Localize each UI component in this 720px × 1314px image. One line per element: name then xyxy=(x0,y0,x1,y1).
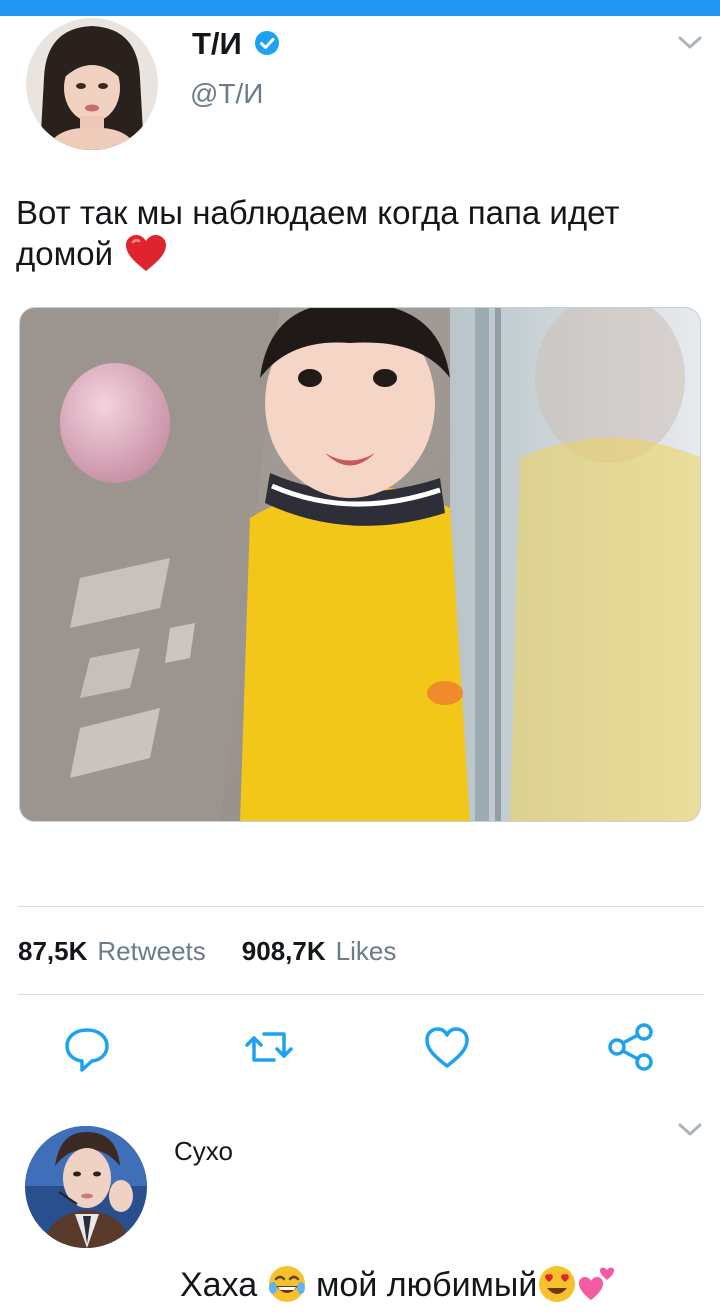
top-accent-bar xyxy=(0,0,720,16)
heart-eyes-emoji-icon xyxy=(539,1266,576,1302)
retweet-icon xyxy=(245,1032,293,1062)
speech-bubble-icon xyxy=(65,1028,109,1072)
retweet-button[interactable] xyxy=(244,1020,294,1074)
stats-bottom-divider xyxy=(18,994,704,995)
retweets-label: Retweets xyxy=(97,936,206,966)
two-hearts-emoji-icon xyxy=(579,1267,615,1300)
author-avatar[interactable] xyxy=(26,18,158,150)
author-handle[interactable]: @Т/И xyxy=(190,78,263,110)
share-button[interactable] xyxy=(606,1020,656,1074)
likes-stat[interactable]: 908,7K Likes xyxy=(242,936,397,966)
verified-badge-icon xyxy=(255,31,279,55)
reply-author-name[interactable]: Сухо xyxy=(174,1136,233,1167)
stats-top-divider xyxy=(18,906,704,907)
reply-text-part1: Хаха xyxy=(180,1266,258,1304)
reply-button[interactable] xyxy=(62,1020,112,1074)
heart-outline-icon xyxy=(425,1027,469,1068)
tweet-stats: 87,5K Retweets 908,7K Likes xyxy=(18,936,396,967)
likes-count: 908,7K xyxy=(241,936,326,966)
tweet-text-content: Вот так мы наблюдаем когда папа идет дом… xyxy=(16,194,620,272)
reply-text-part2: мой любимый xyxy=(316,1266,538,1304)
chevron-down-icon[interactable] xyxy=(676,34,704,52)
share-icon xyxy=(608,1023,653,1071)
tears-of-joy-emoji-icon xyxy=(268,1266,305,1302)
like-button[interactable] xyxy=(422,1020,472,1074)
tweet-text: Вот так мы наблюдаем когда папа идет дом… xyxy=(16,192,706,274)
reply-author-avatar[interactable] xyxy=(25,1126,147,1248)
retweets-stat[interactable]: 87,5K Retweets xyxy=(18,936,206,966)
reply-text: Хаха мой любимый xyxy=(180,1264,617,1305)
red-heart-emoji-icon xyxy=(126,235,167,271)
retweets-count: 87,5K xyxy=(18,936,88,966)
author-name[interactable]: Т/И xyxy=(192,26,242,62)
tweet-photo[interactable] xyxy=(19,307,701,822)
likes-label: Likes xyxy=(335,936,397,966)
chevron-down-icon[interactable] xyxy=(676,1121,704,1139)
